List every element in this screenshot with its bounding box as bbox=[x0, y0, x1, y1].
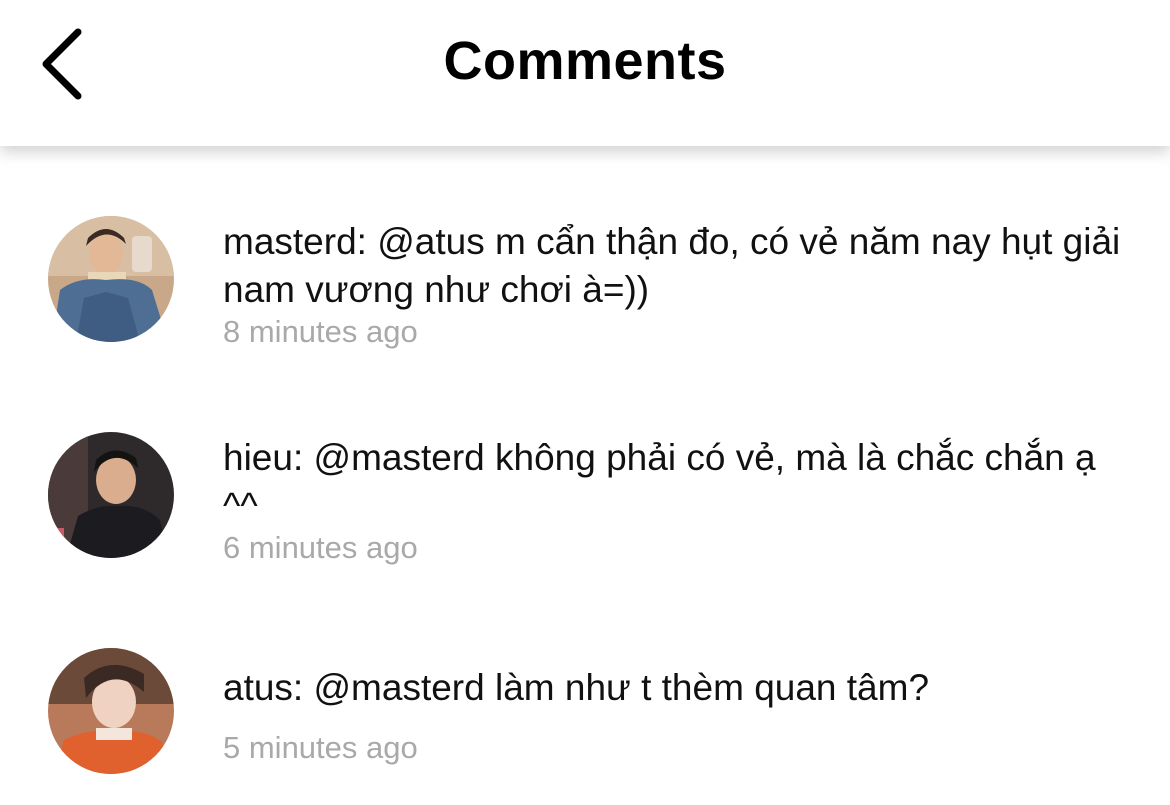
comment-text: atus: @masterd làm như t thèm quan tâm? bbox=[223, 667, 930, 708]
avatar[interactable] bbox=[48, 648, 174, 774]
avatar[interactable] bbox=[48, 216, 174, 342]
avatar[interactable] bbox=[48, 432, 174, 558]
comment-timestamp: 8 minutes ago bbox=[223, 314, 418, 349]
comment-timestamp: 6 minutes ago bbox=[223, 530, 418, 565]
avatar-image bbox=[48, 432, 174, 558]
header-bar: Comments bbox=[0, 0, 1170, 146]
comment-text: hieu: @masterd không phải có vẻ, mà là c… bbox=[223, 437, 1096, 526]
comment-timestamp: 5 minutes ago bbox=[223, 730, 418, 765]
page-title: Comments bbox=[443, 31, 727, 91]
avatar-image bbox=[48, 648, 174, 774]
avatar-image bbox=[48, 216, 174, 342]
comment-list: masterd: @atus m cẩn thận đo, có vẻ năm … bbox=[0, 146, 1170, 805]
comments-screen: Comments masterd: @atus m cẩn thận đo, c… bbox=[0, 0, 1170, 805]
comment-text: masterd: @atus m cẩn thận đo, có vẻ năm … bbox=[223, 221, 1121, 310]
